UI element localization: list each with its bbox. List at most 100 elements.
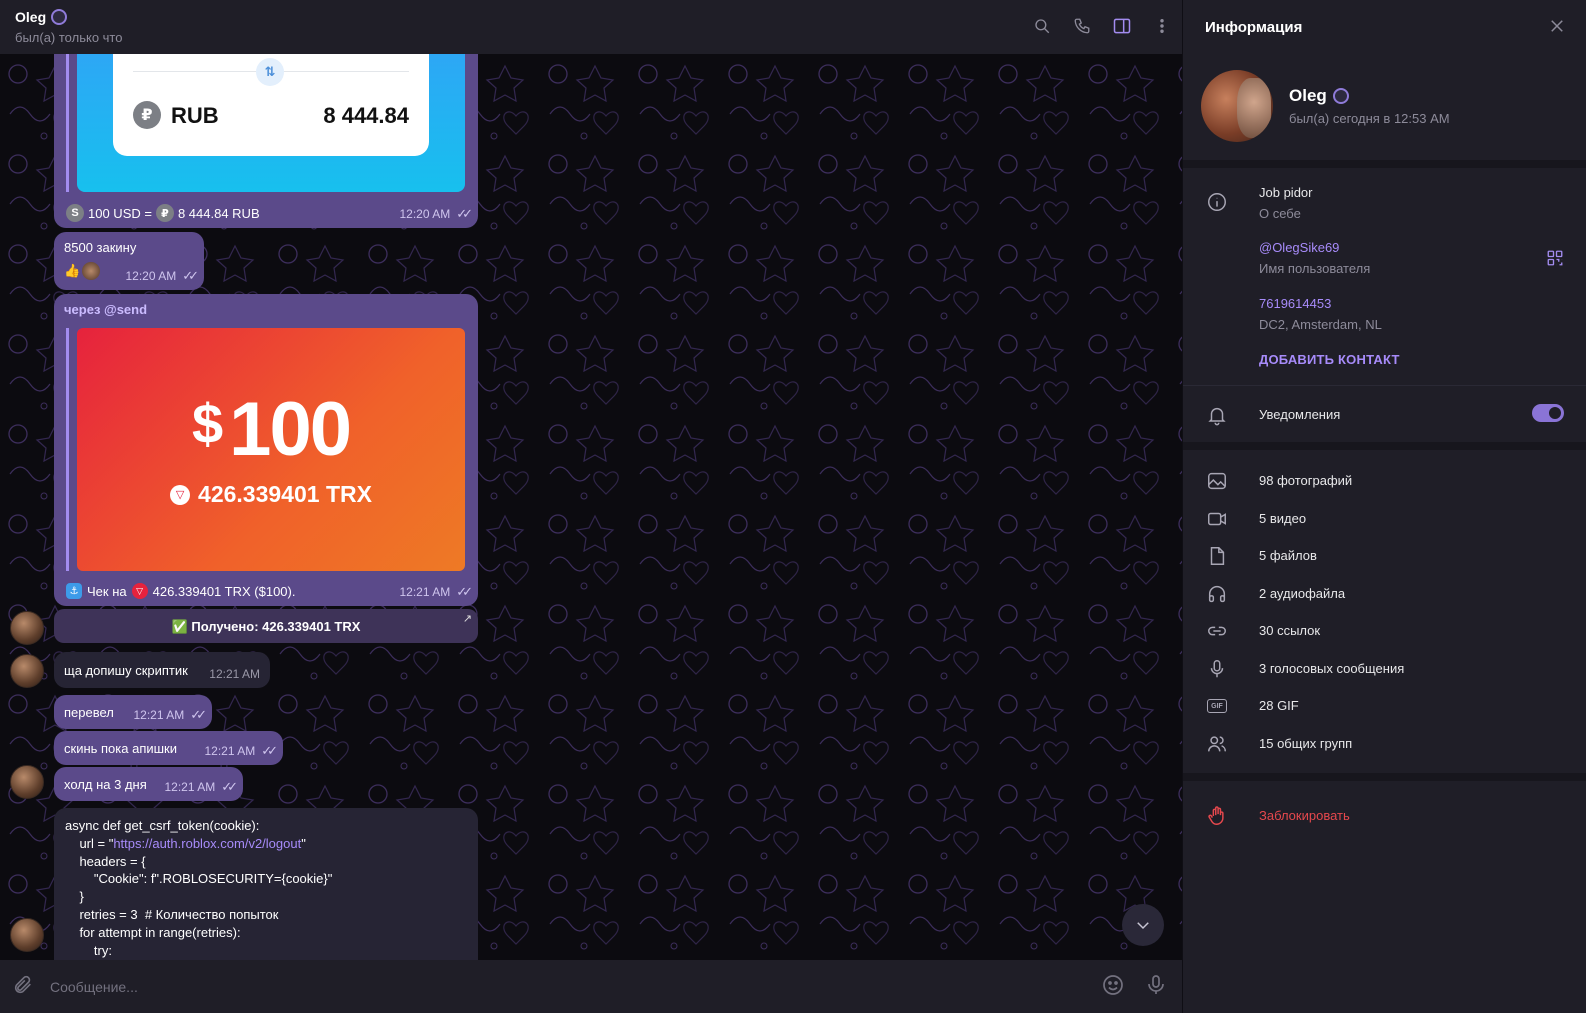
more-vertical-icon[interactable] (1152, 16, 1172, 36)
avatar[interactable] (10, 611, 44, 645)
ruble-coin-icon: ₽ (133, 101, 161, 129)
media-videos[interactable]: 5 видео (1259, 511, 1306, 526)
read-check-icon: ✓✓ (221, 779, 238, 794)
via-bot-label[interactable]: через @send (64, 302, 147, 317)
message-outgoing[interactable]: скинь пока апишки 12:21 AM ✓✓ (54, 731, 283, 765)
info-icon (1205, 190, 1229, 214)
profile-last-seen: был(а) сегодня в 12:53 AM (1289, 111, 1450, 126)
message-input[interactable] (50, 974, 1050, 1000)
info-panel: Информация Oleg был(а) сегодня в 12:53 A… (1182, 0, 1586, 1013)
file-icon (1205, 544, 1229, 568)
scroll-down-button[interactable] (1122, 904, 1164, 946)
users-icon (1205, 732, 1229, 756)
read-check-icon: ✓✓ (456, 206, 473, 221)
message-text: скинь пока апишки (64, 741, 178, 756)
message-text: холд на 3 дня (64, 777, 147, 792)
media-photos[interactable]: 98 фотографий (1259, 473, 1352, 488)
chat-name[interactable]: Oleg (15, 9, 46, 25)
media-gif[interactable]: 28 GIF (1259, 698, 1299, 713)
bell-icon (1205, 403, 1229, 427)
microphone-icon[interactable] (1144, 973, 1168, 1002)
message-incoming[interactable]: ща допишу скриптик 12:21 AM (54, 652, 270, 688)
message-trx-check[interactable]: через @send $100 ▽ 426.339401 TRX ⚓ Чек н… (54, 294, 478, 606)
media-links[interactable]: 30 ссылок (1259, 623, 1320, 638)
bio[interactable]: Job pidor (1259, 185, 1312, 200)
qr-code-icon[interactable] (1546, 249, 1564, 267)
search-icon[interactable] (1032, 16, 1052, 36)
read-check-icon: ✓✓ (261, 743, 278, 758)
check-trx-amount: ▽ 426.339401 TRX (77, 481, 465, 508)
notifications-toggle[interactable] (1532, 404, 1564, 422)
chat-header: Oleg был(а) только что (0, 0, 1196, 54)
add-contact-button[interactable]: ДОБАВИТЬ КОНТАКТ (1259, 352, 1400, 367)
datacenter: DC2, Amsterdam, NL (1259, 317, 1382, 332)
read-check-icon: ✓✓ (182, 268, 199, 283)
username[interactable]: @OlegSike69 (1259, 240, 1339, 255)
message-code[interactable]: async def get_csrf_token(cookie): url = … (54, 808, 478, 968)
avatar[interactable] (10, 765, 44, 799)
message-outgoing[interactable]: 8500 закину 👍 12:20 AM ✓✓ (54, 232, 204, 290)
message-time: 12:21 AM (204, 744, 256, 758)
message-outgoing[interactable]: холд на 3 дня 12:21 AM ✓✓ (54, 767, 243, 801)
hand-block-icon (1205, 804, 1229, 828)
currency-card: ⇅ ₽ RUB 8 444.84 (77, 54, 465, 192)
currency-amount: 8 444.84 (323, 103, 409, 128)
message-outgoing[interactable]: перевел 12:21 AM ✓✓ (54, 695, 212, 729)
bio-label: О себе (1259, 206, 1301, 221)
message-time: 12:21 AM (164, 780, 216, 794)
sidebar-toggle-icon[interactable] (1112, 16, 1132, 36)
message-time: 12:21 AM (399, 585, 451, 599)
code-link[interactable]: https://auth.roblox.com/v2/logout (113, 836, 301, 851)
message-time: 12:21 AM (209, 667, 260, 681)
message-time: 12:20 AM (399, 207, 451, 221)
trx-check-card[interactable]: $100 ▽ 426.339401 TRX (77, 328, 465, 571)
received-button[interactable]: ✅ Получено: 426.339401 TRX ↗ (54, 609, 478, 643)
media-groups[interactable]: 15 общих групп (1259, 736, 1352, 751)
media-files[interactable]: 5 файлов (1259, 548, 1317, 563)
photo-icon (1205, 469, 1229, 493)
notifications-label: Уведомления (1259, 407, 1341, 422)
reaction[interactable]: 👍 (64, 262, 101, 280)
check-caption: ⚓ Чек на ▽ 426.339401 TRX ($100). (66, 583, 295, 599)
ruble-coin-icon: ₽ (155, 204, 174, 222)
link-icon (1205, 619, 1229, 643)
message-time: 12:21 AM (133, 708, 185, 722)
chat-title[interactable]: Oleg (15, 9, 68, 25)
media-voice[interactable]: 3 голосовых сообщения (1259, 661, 1404, 676)
message-text: перевел (64, 705, 114, 720)
read-check-icon: ✓✓ (190, 707, 207, 722)
avatar[interactable] (10, 654, 44, 688)
reactor-avatar (82, 262, 101, 280)
gif-icon: GIF (1205, 694, 1229, 718)
read-check-icon: ✓✓ (456, 584, 473, 599)
profile-avatar[interactable] (1201, 70, 1273, 142)
phone-number[interactable]: 7619614453 (1259, 296, 1331, 311)
received-label: ✅ Получено: 426.339401 TRX (171, 619, 361, 634)
anchor-icon: ⚓ (66, 583, 82, 599)
currency-code: RUB (171, 103, 219, 128)
chat-area: Oleg был(а) только что ⇅ ₽ RUB 8 444.84 … (0, 0, 1196, 1013)
open-link-icon: ↗ (462, 613, 472, 625)
media-audio[interactable]: 2 аудиофайла (1259, 586, 1345, 601)
conversion-text: S 100 USD = ₽ 8 444.84 RUB (66, 204, 260, 222)
microphone-icon (1205, 657, 1229, 681)
telegram-window: Oleg был(а) только что ⇅ ₽ RUB 8 444.84 … (0, 0, 1586, 1013)
message-time: 12:20 AM (125, 269, 177, 283)
phone-icon[interactable] (1072, 16, 1092, 36)
check-amount: $100 (192, 387, 352, 472)
video-icon (1205, 507, 1229, 531)
message-text: ща допишу скриптик (64, 663, 188, 678)
thumbs-up-icon: 👍 (64, 263, 81, 278)
message-rub-card[interactable]: ⇅ ₽ RUB 8 444.84 S 100 USD = ₽ 8 444.84 … (54, 54, 478, 228)
block-user-button[interactable]: Заблокировать (1259, 808, 1350, 823)
swap-icon: ⇅ (256, 58, 284, 86)
chevron-down-icon (1137, 922, 1149, 930)
avatar[interactable] (10, 918, 44, 952)
emoji-icon[interactable] (1101, 973, 1125, 1002)
close-icon[interactable] (1548, 17, 1566, 35)
attach-icon[interactable] (12, 974, 34, 1001)
chat-status: был(а) только что (15, 30, 123, 45)
message-text: 8500 закину (64, 240, 137, 255)
story-ring-icon (1332, 88, 1349, 104)
username-label: Имя пользователя (1259, 261, 1371, 276)
